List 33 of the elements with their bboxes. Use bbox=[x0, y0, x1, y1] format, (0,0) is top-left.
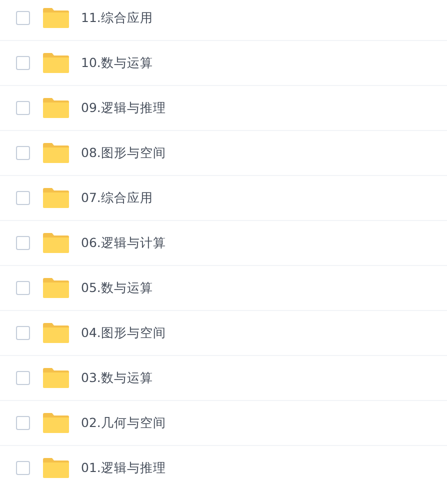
folder-icon bbox=[43, 98, 69, 118]
checkbox[interactable] bbox=[16, 56, 30, 70]
folder-icon bbox=[43, 458, 69, 478]
folder-name[interactable]: 09.逻辑与推理 bbox=[81, 98, 166, 118]
folder-icon bbox=[43, 233, 69, 253]
checkbox[interactable] bbox=[16, 146, 30, 160]
checkbox[interactable] bbox=[16, 191, 30, 205]
folder-icon bbox=[43, 188, 69, 208]
checkbox[interactable] bbox=[16, 101, 30, 115]
checkbox[interactable] bbox=[16, 416, 30, 430]
checkbox[interactable] bbox=[16, 281, 30, 295]
folder-icon bbox=[43, 8, 69, 28]
folder-name[interactable]: 03.数与运算 bbox=[81, 368, 153, 388]
folder-name[interactable]: 01.逻辑与推理 bbox=[81, 458, 166, 478]
checkbox[interactable] bbox=[16, 11, 30, 25]
folder-name[interactable]: 07.综合应用 bbox=[81, 188, 153, 208]
folder-name[interactable]: 06.逻辑与计算 bbox=[81, 234, 166, 252]
folder-icon bbox=[43, 323, 69, 343]
folder-icon bbox=[43, 143, 69, 163]
checkbox[interactable] bbox=[16, 236, 30, 250]
folder-name[interactable]: 05.数与运算 bbox=[81, 278, 153, 298]
folder-name[interactable]: 04.图形与空间 bbox=[81, 324, 166, 342]
folder-name[interactable]: 10.数与运算 bbox=[81, 54, 153, 72]
checkbox[interactable] bbox=[16, 461, 30, 475]
folder-icon bbox=[43, 278, 69, 298]
checkbox[interactable] bbox=[16, 371, 30, 385]
folder-icon bbox=[43, 53, 69, 73]
folder-name[interactable]: 02.几何与空间 bbox=[81, 414, 166, 432]
folder-name[interactable]: 08.图形与空间 bbox=[81, 144, 166, 162]
folder-icon bbox=[43, 413, 69, 433]
folder-icon bbox=[43, 368, 69, 388]
folder-name[interactable]: 11.综合应用 bbox=[81, 8, 153, 28]
checkbox[interactable] bbox=[16, 326, 30, 340]
